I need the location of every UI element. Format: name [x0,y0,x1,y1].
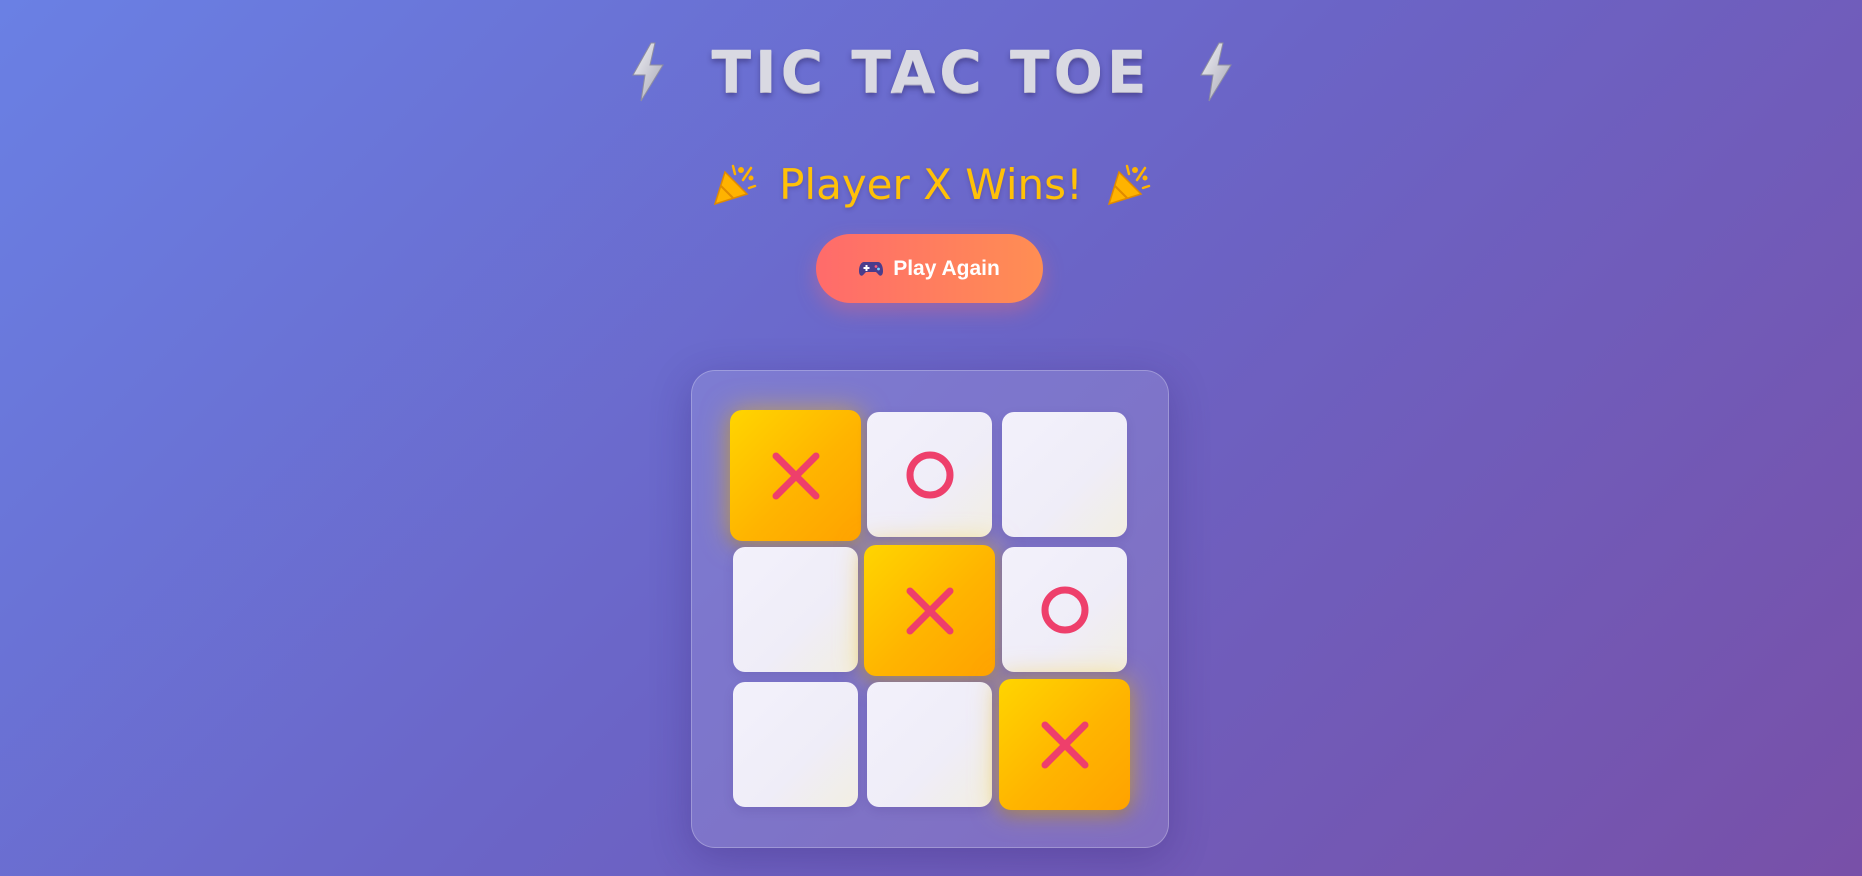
o-mark-icon [1041,586,1088,633]
x-mark-icon [906,587,953,634]
game-board [691,370,1169,848]
x-mark-icon [772,452,819,499]
board-cell-3-empty[interactable] [1002,412,1127,537]
gamepad-icon [859,260,884,278]
game-status-text: Player X Wins! [779,160,1083,209]
board-cell-5[interactable] [864,545,995,676]
status-row: Player X Wins! [0,160,1862,209]
board-cell-9[interactable] [999,679,1130,810]
party-popper-icon [711,162,757,208]
play-again-button[interactable]: Play Again [816,234,1043,303]
party-popper-icon [1105,162,1151,208]
lightning-bolt-icon [1195,41,1235,103]
title-row: TIC TAC TOE [0,38,1862,106]
game-title: TIC TAC TOE [711,38,1151,106]
board-cell-7-empty[interactable] [733,682,858,807]
board-cell-4-empty[interactable] [733,547,858,672]
o-mark-icon [906,451,953,498]
play-again-label: Play Again [893,256,1000,280]
board-cell-8-empty[interactable] [867,682,992,807]
board-cell-1[interactable] [730,410,861,541]
board-cell-2[interactable] [867,412,992,537]
board-cell-6[interactable] [1002,547,1127,672]
x-mark-icon [1041,721,1088,768]
lightning-bolt-icon [627,41,667,103]
